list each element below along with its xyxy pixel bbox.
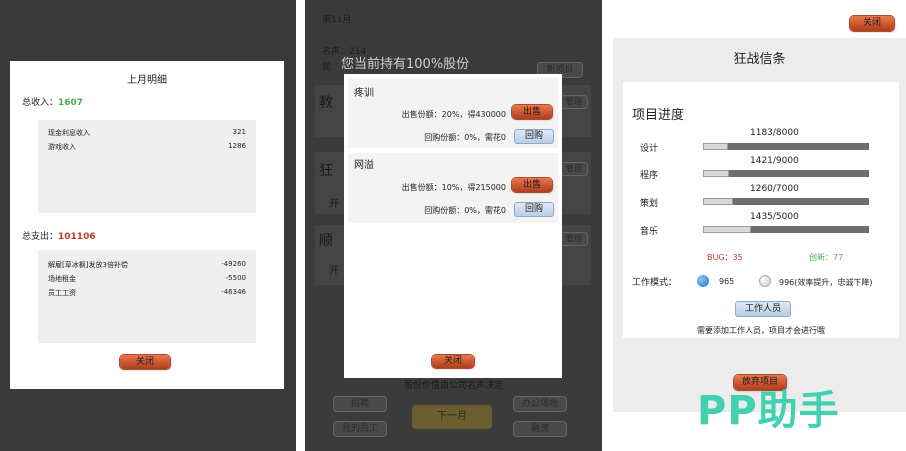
income-list: 现金利息收入 321 游戏收入 1286 — [38, 120, 256, 213]
progress-label: 设计 — [640, 144, 659, 154]
income-summary: 总收入：1607 — [22, 95, 83, 108]
month-label: 第11月 — [322, 15, 352, 25]
expense-summary: 总支出：101106 — [22, 229, 96, 242]
row-value: 1286 — [228, 142, 246, 150]
buyback-button[interactable]: 回购 — [514, 129, 554, 144]
sell-info: 出售份额：20%，得430000 — [401, 110, 506, 119]
close-button[interactable]: 关闭 — [850, 16, 894, 31]
manage-button[interactable]: 管理 — [560, 95, 588, 109]
expense-value: 101106 — [58, 232, 96, 242]
footer-note: 股份价值由公司名声决定 — [403, 381, 503, 391]
project-sheet: 狂战信条 项目进度 1183/8000 设计 1421/9000 程序 1260… — [613, 38, 906, 412]
bg-xian-label: 现 — [322, 63, 332, 73]
row-value: 321 — [232, 128, 246, 136]
close-button[interactable]: 关闭 — [120, 355, 170, 369]
list-item: 场地租金 -5500 — [48, 274, 246, 284]
progress-bar — [703, 143, 869, 150]
progress-value: 1435/5000 — [750, 212, 799, 222]
buy-info: 回购份额：0%，需花0 — [424, 206, 506, 215]
mode-965-label: 965 — [719, 277, 735, 286]
bg-char: 顺 — [319, 233, 333, 249]
list-item: 现金利息收入 321 — [48, 128, 246, 138]
buy-info: 回购份额：0%，需花0 — [424, 133, 506, 142]
close-button[interactable]: 关闭 — [432, 355, 474, 368]
stock-dialog: 疼训 出售份额：20%，得430000 出售 回购份额：0%，需花0 回购 网溢… — [344, 74, 562, 378]
manage-button[interactable]: 管理 — [560, 162, 588, 176]
row-label: 游戏收入 — [48, 143, 76, 151]
expense-list: 解雇[草冰枫]发放3倍补偿 -49260 场地租金 -5500 员工工资 -46… — [38, 250, 256, 343]
progress-bar — [703, 198, 869, 205]
progress-fill — [703, 170, 730, 177]
detail-dialog: 上月明细 总收入：1607 现金利息收入 321 游戏收入 1286 总支出：1… — [10, 61, 284, 389]
buyback-button[interactable]: 回购 — [514, 202, 554, 217]
radio-965[interactable] — [697, 275, 709, 287]
progress-value: 1421/9000 — [750, 156, 799, 166]
company-card: 疼训 出售份额：20%，得430000 出售 回购份额：0%，需花0 回购 — [348, 78, 558, 148]
row-value: -49260 — [221, 260, 246, 268]
company-name: 网溢 — [354, 160, 374, 171]
bg-open-label: 开 — [329, 199, 339, 210]
project-screen: 关闭 狂战信条 项目进度 1183/8000 设计 1421/9000 程序 1… — [611, 0, 906, 451]
sell-button[interactable]: 出售 — [512, 105, 552, 119]
progress-bar — [703, 170, 869, 177]
progress-label: 策划 — [640, 199, 659, 209]
my-staff-button[interactable]: 我的员工 — [333, 421, 387, 437]
bg-char: 教 — [319, 95, 333, 111]
sell-button[interactable]: 出售 — [512, 178, 552, 192]
company-name: 疼训 — [354, 88, 374, 99]
headline: 您当前持有100%股份 — [341, 57, 470, 72]
innovation-count: 创新：77 — [809, 253, 844, 262]
project-title: 狂战信条 — [733, 52, 786, 67]
bg-open-label: 开 — [329, 266, 339, 277]
company-card: 网溢 出售份额：10%，得215000 出售 回购份额：0%，需花0 回购 — [348, 153, 558, 223]
row-label: 现金利息收入 — [48, 129, 90, 137]
row-value: -5500 — [225, 274, 246, 282]
progress-value: 1260/7000 — [750, 184, 799, 194]
income-value: 1607 — [58, 98, 84, 108]
staff-button[interactable]: 工作人员 — [735, 301, 791, 317]
row-label: 解雇[草冰枫]发放3倍补偿 — [48, 261, 128, 269]
income-label: 总收入： — [22, 98, 59, 108]
progress-fill — [703, 198, 733, 205]
progress-fill — [703, 226, 751, 233]
progress-label: 程序 — [640, 171, 659, 181]
row-label: 员工工资 — [48, 289, 76, 297]
sell-info: 出售份额：10%，得215000 — [401, 183, 506, 192]
progress-fill — [703, 143, 728, 150]
bg-char: 狂 — [319, 163, 333, 179]
hint-text: 需要添加工作人员，项目才会进行哦 — [697, 326, 825, 335]
recruit-button[interactable]: 招聘 — [333, 396, 387, 412]
bug-count: BUG：35 — [707, 253, 743, 262]
invest-button[interactable]: 融资 — [513, 421, 567, 437]
next-month-button[interactable]: 下一月 — [412, 405, 492, 429]
row-value: -46346 — [221, 288, 246, 296]
list-item: 员工工资 -46346 — [48, 288, 246, 298]
list-item: 游戏收入 1286 — [48, 142, 246, 152]
mode-996-label: 996(效率提升，忠诚下降) — [779, 278, 873, 287]
monthly-detail-screen: 上月明细 总收入：1607 现金利息收入 321 游戏收入 1286 总支出：1… — [0, 0, 296, 451]
list-item: 解雇[草冰枫]发放3倍补偿 -49260 — [48, 260, 246, 270]
progress-title: 项目进度 — [632, 108, 685, 123]
progress-card: 项目进度 1183/8000 设计 1421/9000 程序 1260/7000… — [623, 82, 899, 338]
watermark-logo: PP助手 — [697, 388, 840, 434]
dialog-title: 上月明细 — [127, 75, 167, 86]
manage-button[interactable]: 管理 — [560, 232, 588, 246]
stock-screen: 第11月 名声：214 现 新项目 教 管理 狂 管理 开 顺 管理 开 您当前… — [305, 0, 602, 451]
work-mode-label: 工作模式： — [632, 278, 678, 288]
row-label: 场地租金 — [48, 275, 76, 283]
progress-value: 1183/8000 — [750, 128, 799, 138]
progress-label: 音乐 — [640, 227, 659, 237]
progress-bar — [703, 226, 869, 233]
office-button[interactable]: 办公场地 — [513, 396, 567, 412]
expense-label: 总支出： — [22, 232, 59, 242]
radio-996[interactable] — [759, 275, 771, 287]
